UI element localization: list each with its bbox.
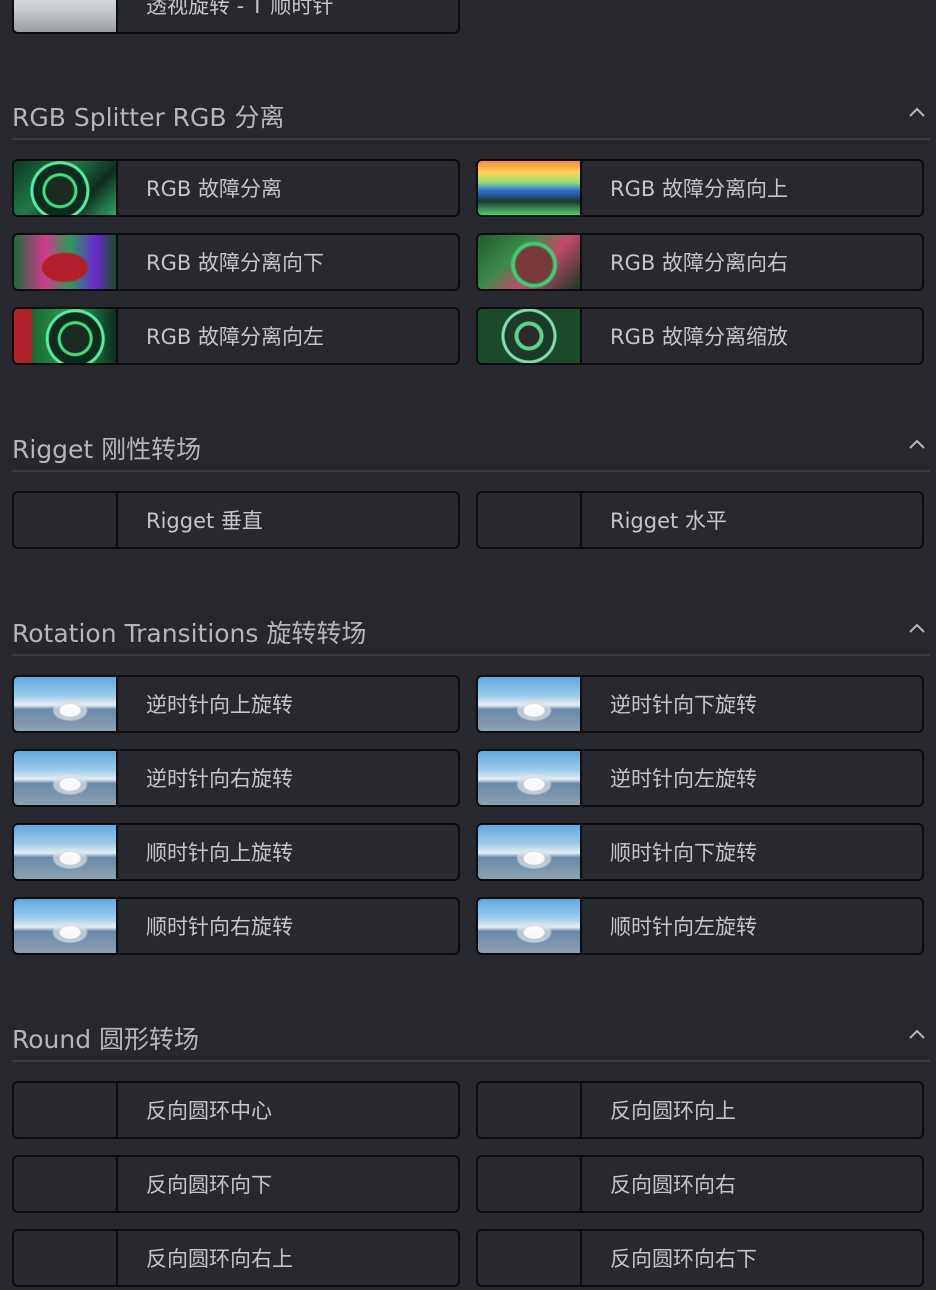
section-title: Rotation Transitions 旋转转场 bbox=[12, 619, 367, 648]
effect-item[interactable]: RGB 故障分离向上 bbox=[476, 159, 924, 217]
effect-thumbnail bbox=[478, 1157, 582, 1211]
effect-item[interactable]: 反向圆环向右上 bbox=[12, 1229, 460, 1287]
section-title: Round 圆形转场 bbox=[12, 1025, 200, 1054]
effect-label: Rigget 垂直 bbox=[146, 509, 263, 533]
effect-label: 逆时针向上旋转 bbox=[146, 693, 293, 717]
effect-item[interactable]: 顺时针向上旋转 bbox=[12, 823, 460, 881]
effect-thumbnail bbox=[14, 677, 118, 731]
effect-label: 逆时针向下旋转 bbox=[610, 693, 757, 717]
chevron-up-icon[interactable] bbox=[908, 104, 926, 122]
effect-item[interactable]: 反向圆环向右下 bbox=[476, 1229, 924, 1287]
effect-label: RGB 故障分离缩放 bbox=[610, 325, 788, 349]
effect-thumbnail bbox=[478, 493, 582, 547]
effect-label: 反向圆环向下 bbox=[146, 1173, 272, 1197]
effect-label: RGB 故障分离 bbox=[146, 177, 282, 201]
effect-item[interactable]: 反向圆环向右 bbox=[476, 1155, 924, 1213]
chevron-up-icon[interactable] bbox=[908, 436, 926, 454]
effect-thumbnail bbox=[14, 309, 118, 363]
effect-thumbnail bbox=[478, 161, 582, 215]
effect-label: 反向圆环向右下 bbox=[610, 1247, 757, 1271]
section-title: RGB Splitter RGB 分离 bbox=[12, 103, 285, 132]
effect-thumbnail bbox=[478, 899, 582, 953]
effect-thumbnail bbox=[478, 1083, 582, 1137]
effect-thumbnail bbox=[14, 1083, 118, 1137]
chevron-up-icon[interactable] bbox=[908, 1026, 926, 1044]
effect-thumbnail bbox=[478, 1231, 582, 1285]
section-header-rgb-splitter[interactable]: RGB Splitter RGB 分离 bbox=[12, 96, 930, 140]
effect-label: 顺时针向左旋转 bbox=[610, 915, 757, 939]
effect-label: 反向圆环中心 bbox=[146, 1099, 272, 1123]
effect-item[interactable]: 顺时针向下旋转 bbox=[476, 823, 924, 881]
effect-label: 透视旋转 - T 顺时针 bbox=[146, 0, 334, 18]
section-header-round[interactable]: Round 圆形转场 bbox=[12, 1018, 930, 1062]
effect-thumbnail bbox=[14, 825, 118, 879]
effect-thumbnail bbox=[14, 161, 118, 215]
effect-item[interactable]: RGB 故障分离缩放 bbox=[476, 307, 924, 365]
effect-item[interactable]: RGB 故障分离向左 bbox=[12, 307, 460, 365]
effect-label: 顺时针向上旋转 bbox=[146, 841, 293, 865]
effect-label: RGB 故障分离向右 bbox=[610, 251, 788, 275]
section-title: Rigget 刚性转场 bbox=[12, 435, 202, 464]
effect-thumbnail bbox=[14, 1231, 118, 1285]
effect-thumbnail bbox=[478, 309, 582, 363]
effect-thumbnail bbox=[14, 1157, 118, 1211]
section-header-rotation-transitions[interactable]: Rotation Transitions 旋转转场 bbox=[12, 612, 930, 656]
effect-label: 顺时针向下旋转 bbox=[610, 841, 757, 865]
effect-thumbnail bbox=[478, 751, 582, 805]
effect-label: 反向圆环向右 bbox=[610, 1173, 736, 1197]
effect-item[interactable]: RGB 故障分离向下 bbox=[12, 233, 460, 291]
effect-thumbnail bbox=[478, 677, 582, 731]
effect-thumbnail bbox=[14, 751, 118, 805]
effect-item[interactable]: 顺时针向左旋转 bbox=[476, 897, 924, 955]
effect-item-perspective-rotate[interactable]: 透视旋转 - T 顺时针 bbox=[12, 0, 460, 34]
effect-thumbnail bbox=[478, 825, 582, 879]
effect-label: RGB 故障分离向上 bbox=[610, 177, 788, 201]
effect-thumbnail bbox=[14, 493, 118, 547]
effect-item[interactable]: RGB 故障分离向右 bbox=[476, 233, 924, 291]
effect-item[interactable]: Rigget 水平 bbox=[476, 491, 924, 549]
effect-label: RGB 故障分离向下 bbox=[146, 251, 324, 275]
effect-label: RGB 故障分离向左 bbox=[146, 325, 324, 349]
effect-item[interactable]: 反向圆环中心 bbox=[12, 1081, 460, 1139]
effect-label: 反向圆环向右上 bbox=[146, 1247, 293, 1271]
effect-item[interactable]: 逆时针向右旋转 bbox=[12, 749, 460, 807]
effect-item[interactable]: RGB 故障分离 bbox=[12, 159, 460, 217]
effect-item[interactable]: 逆时针向下旋转 bbox=[476, 675, 924, 733]
effect-item[interactable]: 顺时针向右旋转 bbox=[12, 897, 460, 955]
effect-thumbnail bbox=[14, 0, 118, 32]
effect-item[interactable]: 逆时针向左旋转 bbox=[476, 749, 924, 807]
effect-label: 反向圆环向上 bbox=[610, 1099, 736, 1123]
effect-label: 逆时针向左旋转 bbox=[610, 767, 757, 791]
effect-thumbnail bbox=[14, 235, 118, 289]
effect-label: 顺时针向右旋转 bbox=[146, 915, 293, 939]
section-header-rigget[interactable]: Rigget 刚性转场 bbox=[12, 428, 930, 472]
effect-thumbnail bbox=[14, 899, 118, 953]
chevron-up-icon[interactable] bbox=[908, 620, 926, 638]
effect-label: Rigget 水平 bbox=[610, 509, 727, 533]
effect-item[interactable]: 逆时针向上旋转 bbox=[12, 675, 460, 733]
effects-library-panel: 透视旋转 - T 顺时针 RGB Splitter RGB 分离 RGB 故障分… bbox=[0, 0, 936, 1290]
effect-label: 逆时针向右旋转 bbox=[146, 767, 293, 791]
effect-item[interactable]: Rigget 垂直 bbox=[12, 491, 460, 549]
effect-item[interactable]: 反向圆环向上 bbox=[476, 1081, 924, 1139]
effect-item[interactable]: 反向圆环向下 bbox=[12, 1155, 460, 1213]
effect-thumbnail bbox=[478, 235, 582, 289]
